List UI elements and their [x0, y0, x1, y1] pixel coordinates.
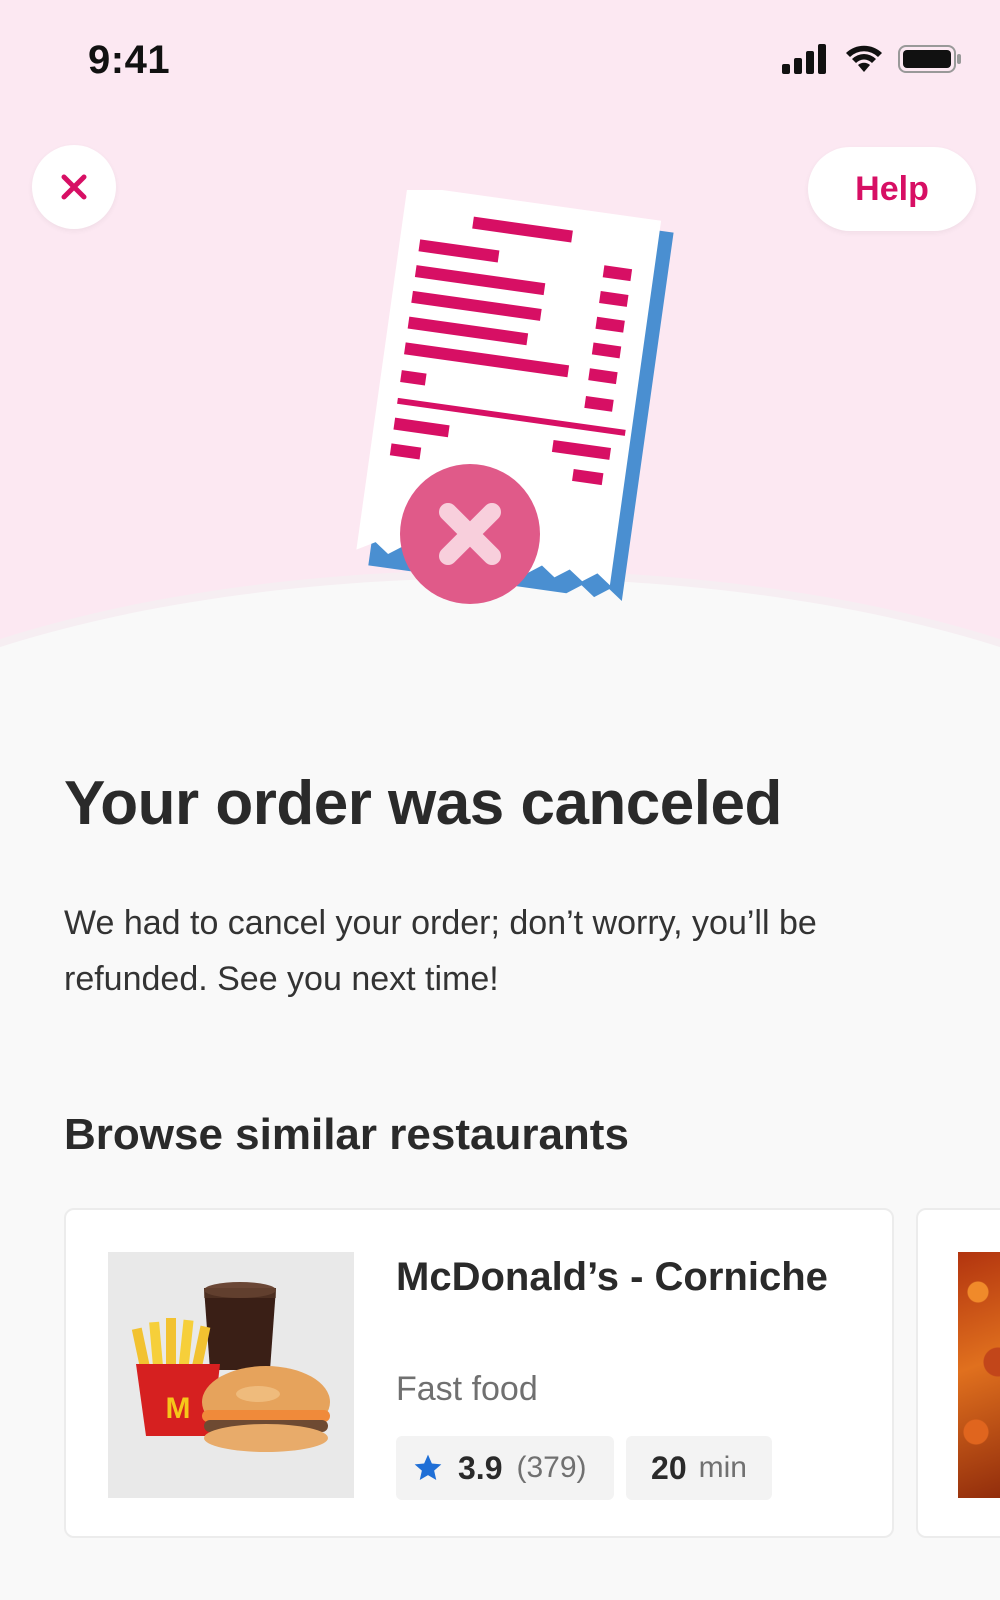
restaurant-cuisine: Fast food [396, 1370, 538, 1408]
status-time: 9:41 [88, 38, 171, 82]
close-button[interactable] [32, 145, 116, 229]
restaurant-image-next [958, 1252, 1000, 1498]
signal-icon [782, 44, 826, 74]
delivery-time-badge: 20 min [626, 1436, 772, 1500]
status-bar: 9:41 [0, 0, 1000, 120]
rating-value: 3.9 [458, 1449, 503, 1486]
canceled-receipt-illustration [356, 190, 674, 604]
wifi-icon [846, 45, 882, 72]
restaurant-card[interactable]: M McDonald’s - Corniche Fast food 3.9 (3… [64, 1208, 894, 1538]
svg-text:M: M [166, 1392, 191, 1425]
rating-badge: 3.9 (379) [396, 1436, 614, 1500]
restaurant-name: McDonald’s - Corniche [396, 1255, 828, 1299]
rating-count: (379) [516, 1451, 587, 1484]
restaurant-image: M [108, 1252, 354, 1498]
restaurant-card-next[interactable] [916, 1208, 1000, 1538]
soda-cup [204, 1282, 276, 1370]
delivery-time-value: 20 [651, 1449, 687, 1486]
section-title: Browse similar restaurants [64, 1110, 629, 1159]
help-button[interactable]: Help [808, 147, 976, 231]
battery-icon [898, 45, 961, 73]
burger [202, 1366, 330, 1452]
page-title: Your order was canceled [64, 769, 782, 838]
star-icon [414, 1454, 442, 1480]
status-icons [782, 44, 962, 74]
delivery-time-unit: min [698, 1451, 747, 1484]
cancel-message: We had to cancel your order; don’t worry… [64, 904, 817, 998]
close-icon [61, 174, 87, 200]
